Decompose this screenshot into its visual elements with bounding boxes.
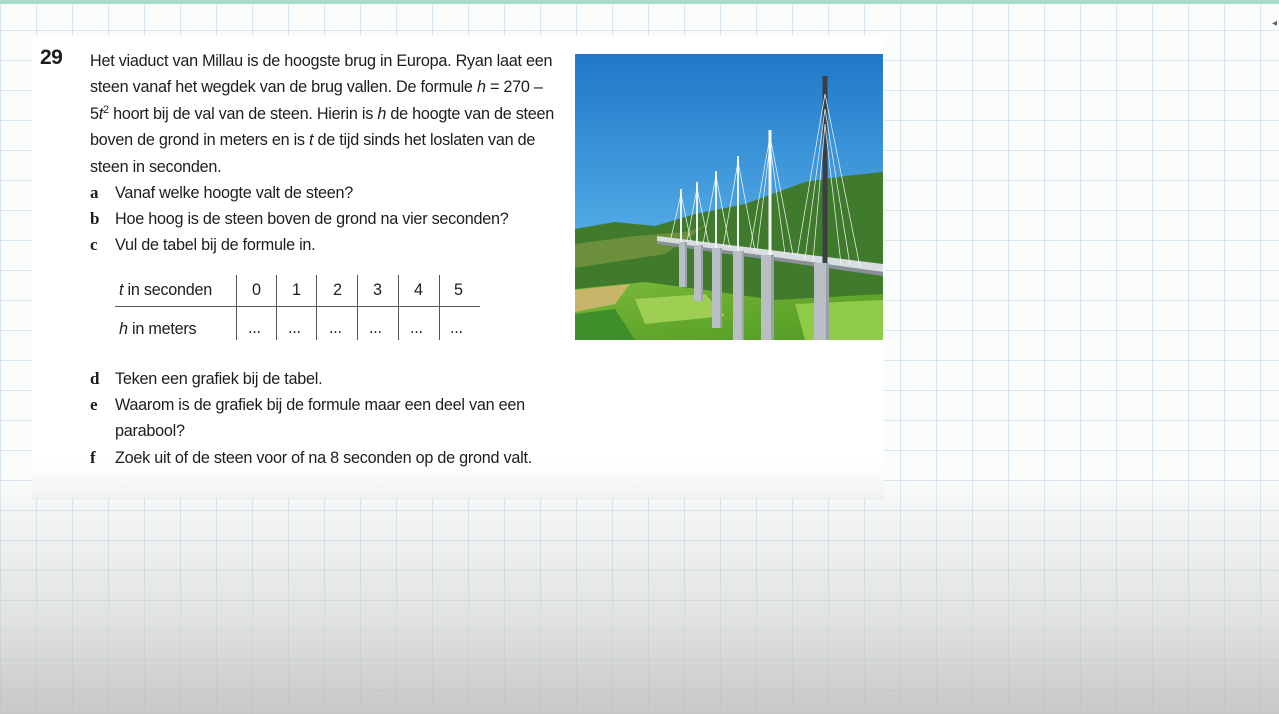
question-d: d Teken een grafiek bij de tabel. [90, 369, 323, 388]
h-value-cell[interactable]: ... [450, 319, 463, 338]
exercise-intro: Het viaduct van Millau is de hoogste bru… [90, 48, 560, 180]
bridge-photo [575, 54, 883, 340]
table-col-divider [439, 275, 440, 340]
scroll-marker-icon: ◂ [1271, 18, 1277, 29]
table-col-divider [236, 275, 237, 340]
value-table: t in seconden h in meters 0 1 2 3 4 5 ..… [115, 275, 480, 340]
h-value-cell[interactable]: ... [329, 319, 342, 338]
table-col-divider [316, 275, 317, 340]
question-e: e Waarom is de grafiek bij de formule maa… [90, 395, 525, 441]
h-value-cell[interactable]: ... [288, 319, 301, 338]
table-row-label-h: h in meters [119, 320, 197, 338]
var-h: h [476, 78, 486, 97]
question-b: b Hoe hoog is de steen boven de grond na … [90, 209, 509, 228]
t-value-cell: 4 [414, 281, 423, 299]
t-value-cell: 3 [373, 281, 382, 299]
h-value-cell[interactable]: ... [369, 319, 382, 338]
table-row-divider [115, 306, 480, 307]
intro-part-2: hoort bij de val van de steen. Hierin is [108, 104, 378, 123]
top-accent-bar [0, 0, 1279, 4]
t-value-cell: 0 [252, 281, 261, 299]
h-value-cell[interactable]: ... [410, 319, 423, 338]
bottom-shadow [0, 470, 1279, 714]
question-f: f Zoek uit of de steen voor of na 8 secon… [90, 448, 532, 467]
t-value-cell: 1 [292, 281, 301, 299]
table-row-label-t: t in seconden [119, 281, 213, 299]
table-col-divider [398, 275, 399, 340]
t-value-cell: 5 [454, 281, 463, 299]
h-value-cell[interactable]: ... [248, 319, 261, 338]
t-value-cell: 2 [333, 281, 342, 299]
question-c: c Vul de tabel bij de formule in. [90, 235, 316, 254]
table-col-divider [276, 275, 277, 340]
table-col-divider [357, 275, 358, 340]
exercise-number: 29 [40, 46, 63, 69]
question-a: a Vanaf welke hoogte valt de steen? [90, 183, 354, 202]
var-h-2: h [377, 104, 387, 123]
